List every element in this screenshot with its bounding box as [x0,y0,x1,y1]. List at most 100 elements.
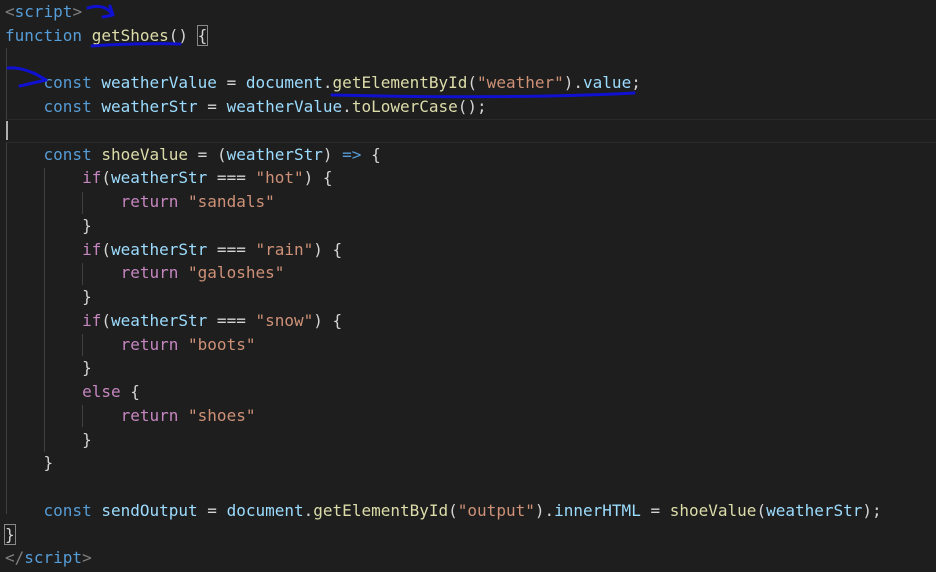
brace: } [82,429,92,449]
code-lines[interactable]: <script> function getShoes() { const wea… [4,0,936,570]
tag-name: script [14,2,73,21]
dot: . [303,500,314,520]
variable: weatherValue [101,73,217,93]
property: value [583,73,632,93]
code-line-7[interactable]: const shoeValue = (weatherStr) => { [5,143,936,167]
code-line-2[interactable]: function getShoes() { [5,24,936,48]
dot: . [573,73,584,93]
code-line-8[interactable]: if(weatherStr === "hot") { [5,166,936,190]
string: "sandals" [188,192,275,211]
keyword-if: if [82,168,102,188]
paren: ( [101,168,111,188]
function-name: shoeValue [101,144,189,164]
code-line-24[interactable]: </script> [5,546,936,570]
method: getElementById [332,73,468,93]
brace: } [82,287,92,306]
paren: ) [563,73,574,93]
code-line-3[interactable] [5,48,936,72]
keyword: const [43,500,92,520]
code-line-22[interactable]: const sendOutput = document.getElementBy… [5,499,936,523]
operator: = [216,73,246,93]
code-editor[interactable]: <script> function getShoes() { const wea… [0,0,936,572]
punctuation: ) { [303,168,333,188]
string: "shoes" [188,405,256,425]
code-line-23[interactable]: } [4,523,936,547]
code-line-17[interactable]: else { [5,380,936,404]
variable: weatherStr [101,97,198,116]
brace: } [82,215,92,235]
punctuation: ); [862,500,882,520]
method: toLowerCase [351,97,458,116]
operator: === [207,239,256,259]
code-line-21[interactable] [5,475,936,499]
operator: = [197,500,227,520]
code-line-12[interactable]: return "galoshes" [5,261,936,285]
code-line-4[interactable]: const weatherValue = document.getElement… [5,71,936,95]
punctuation: ) { [313,310,343,330]
code-line-1[interactable]: <script> [5,0,936,24]
method: getElementById [313,500,449,520]
brace: { [361,144,381,164]
keyword-return: return [120,263,179,283]
keyword-if: if [82,239,102,259]
code-line-13[interactable]: } [5,285,936,309]
punctuation: ) { [313,239,343,259]
brace: } [43,453,54,473]
keyword-else: else [82,382,121,401]
operator: = ( [188,144,227,164]
keyword: const [43,144,92,164]
code-line-9[interactable]: return "sandals" [5,190,936,214]
code-line-6-current[interactable] [5,118,936,143]
variable: weatherStr [110,168,208,188]
operator: === [207,168,256,188]
code-line-15[interactable]: return "boots" [5,333,936,357]
string: "hot" [255,168,304,188]
code-line-10[interactable]: } [5,214,936,238]
variable: sendOutput [101,500,198,520]
code-line-19[interactable]: } [5,428,936,452]
semicolon: ; [631,73,641,93]
string: "snow" [255,310,314,330]
code-line-20[interactable]: } [5,451,936,475]
punctuation: () [168,25,198,45]
brace: } [82,358,92,378]
keyword-return: return [120,405,179,425]
paren: ) [322,144,343,164]
paren: ( [101,239,111,259]
code-line-11[interactable]: if(weatherStr === "rain") { [5,238,936,262]
paren: ( [101,310,111,330]
object: document [245,73,323,93]
object: weatherValue [226,97,343,116]
code-line-18[interactable]: return "shoes" [5,404,936,428]
text-cursor [6,120,8,140]
tag-bracket: > [82,548,92,568]
argument: weatherStr [766,500,863,520]
operator: = [197,97,227,116]
keyword-if: if [82,310,102,330]
brace: { [120,382,140,401]
object: document [226,500,304,520]
tag-bracket: > [72,2,83,21]
variable: weatherStr [110,239,208,259]
operator: = [640,500,670,520]
code-line-16[interactable]: } [5,356,936,380]
code-line-14[interactable]: if(weatherStr === "snow") { [5,309,936,333]
punctuation: (); [457,97,487,116]
code-line-5[interactable]: const weatherStr = weatherValue.toLowerC… [5,95,936,119]
